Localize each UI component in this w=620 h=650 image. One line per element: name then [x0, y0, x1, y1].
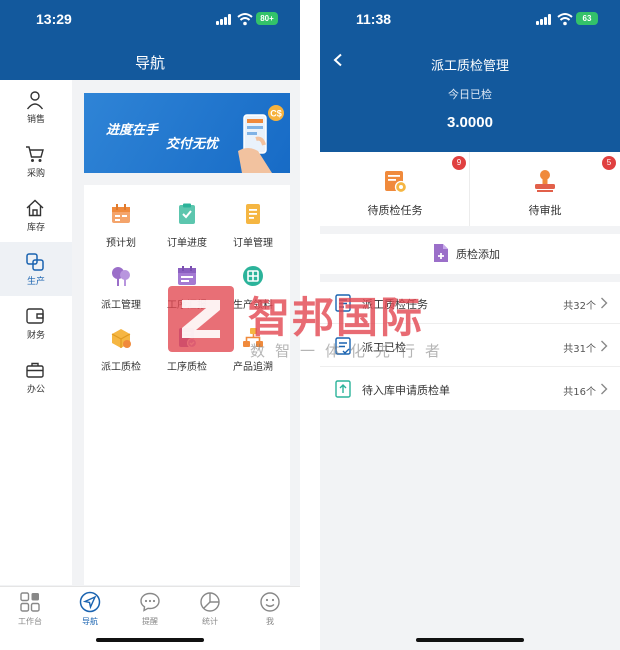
briefcase-icon [26, 362, 44, 378]
qc-add-label: 质检添加 [456, 248, 500, 261]
battery-icon: 80+ [256, 12, 278, 25]
tab-label: 提醒 [142, 617, 158, 626]
card-pending-approval[interactable]: 待审批 5 [470, 152, 620, 226]
chevron-right-icon [601, 383, 608, 395]
list-item-storage-qc-request[interactable]: 待入库申请质检单 共16个 [320, 368, 620, 410]
home-indicator [96, 638, 204, 642]
grid-item-label: 派工质检 [101, 362, 141, 373]
status-bar: 13:29 80+ [0, 0, 300, 40]
tab-stats[interactable]: 统计 [180, 591, 240, 627]
face-icon [260, 592, 280, 612]
tab-label: 我 [266, 617, 274, 626]
grid-item-order-manage[interactable]: 订单管理 [220, 202, 286, 257]
house-icon [26, 199, 44, 217]
sidebar-item-label: 财务 [26, 331, 45, 341]
chat-icon [140, 592, 160, 612]
sidebar-item-office[interactable]: 办公 [0, 350, 72, 404]
navigation-icon [79, 591, 101, 613]
banner-line-1: 进度在手 [106, 123, 159, 138]
wallet-icon [26, 308, 44, 324]
tab-label: 导航 [82, 617, 98, 626]
tab-reminder[interactable]: 提醒 [120, 591, 180, 627]
sidebar-item-purchase[interactable]: 采购 [0, 134, 72, 188]
status-time: 11:38 [356, 11, 392, 27]
sidebar: 销售 采购 库存 生产 财务 办公 [0, 80, 72, 585]
tab-workbench[interactable]: 工作台 [0, 591, 60, 627]
banner-line-2: 交付无忧 [166, 137, 219, 152]
sidebar-item-label: 销售 [26, 115, 45, 125]
sidebar-item-production[interactable]: 生产 [0, 242, 72, 296]
order-manage-icon [246, 204, 260, 224]
list-item-count: 共31个 [563, 344, 596, 355]
dispatch-manage-icon [112, 267, 130, 286]
person-icon [26, 91, 44, 110]
watermark-logo-icon [168, 286, 234, 352]
watermark-brand-name: 智邦国际 [248, 293, 425, 342]
grid-item-label: 订单进度 [167, 238, 207, 249]
sidebar-item-label: 生产 [26, 277, 45, 287]
list-item-label: 待入库申请质检单 [362, 384, 450, 397]
card-pending-qc-tasks[interactable]: 待质检任务 9 [320, 152, 470, 226]
list-item-count: 共32个 [563, 301, 596, 312]
promo-banner[interactable]: 进度在手 交付无忧 C$ [84, 93, 290, 173]
grid-item-label: 派工管理 [101, 300, 141, 311]
grid-item-label: 预计划 [106, 238, 136, 249]
count-badge: 5 [602, 156, 616, 170]
page-title: 派工质检管理 [430, 59, 509, 74]
page-title: 导航 [134, 54, 165, 72]
add-document-icon [434, 244, 448, 262]
dispatch-qc-icon [111, 329, 131, 348]
phone-hand-icon: C$ [238, 105, 284, 173]
tab-navigation[interactable]: 导航 [60, 591, 120, 627]
tab-label: 统计 [202, 617, 218, 626]
order-progress-icon [179, 203, 195, 224]
count-badge: 9 [452, 156, 466, 170]
stats-icon [200, 592, 220, 612]
grid-item-order-progress[interactable]: 订单进度 [154, 202, 220, 257]
today-checked-label: 今日已检 [448, 88, 492, 101]
workbench-icon [20, 592, 40, 612]
cart-icon [26, 146, 44, 162]
sidebar-item-finance[interactable]: 财务 [0, 296, 72, 350]
qc-add-button[interactable]: 质检添加 [320, 234, 620, 274]
sidebar-item-inventory[interactable]: 库存 [0, 188, 72, 242]
status-bar: 11:38 63 [320, 0, 620, 40]
card-label: 待质检任务 [367, 204, 423, 217]
grid-item-dispatch-manage[interactable]: 派工管理 [88, 264, 154, 319]
list-item-count: 共16个 [563, 387, 596, 398]
sidebar-item-label: 库存 [26, 223, 45, 233]
sidebar-item-label: 采购 [26, 169, 45, 179]
home-indicator [416, 638, 524, 642]
banner-badge-text: C$ [270, 109, 282, 119]
signal-icon [536, 14, 552, 25]
watermark-slogan: 数智一体化先行者 [250, 342, 451, 360]
upload-box-icon [335, 380, 351, 398]
stamp-icon [535, 170, 555, 192]
today-checked-value: 3.0000 [447, 114, 493, 131]
chevron-right-icon [601, 297, 608, 309]
wifi-icon [237, 13, 253, 26]
chevron-right-icon [601, 340, 608, 352]
battery-icon: 63 [576, 12, 598, 25]
watermark: 智邦国际 数智一体化先行者 [168, 282, 468, 372]
function-panel: 预计划 订单进度 订单管理 派工管理 工序汇报 生产领料 派工质检 工序质检 [84, 185, 290, 585]
qc-summary-cards: 待质检任务 9 待审批 5 [320, 152, 620, 226]
grid-item-label: 订单管理 [233, 238, 273, 249]
sidebar-item-label: 办公 [26, 385, 45, 395]
wifi-icon [557, 13, 573, 26]
grid-item-dispatch-qc[interactable]: 派工质检 [88, 326, 154, 381]
signal-icon [216, 14, 232, 25]
status-time: 13:29 [36, 11, 72, 27]
production-icon [26, 253, 44, 271]
card-label: 待审批 [528, 204, 562, 217]
qc-task-icon [385, 171, 408, 194]
plan-icon [112, 204, 130, 223]
tab-label: 工作台 [18, 617, 42, 626]
sidebar-item-sales[interactable]: 销售 [0, 80, 72, 134]
tab-me[interactable]: 我 [240, 591, 300, 627]
grid-item-plan[interactable]: 预计划 [88, 202, 154, 257]
